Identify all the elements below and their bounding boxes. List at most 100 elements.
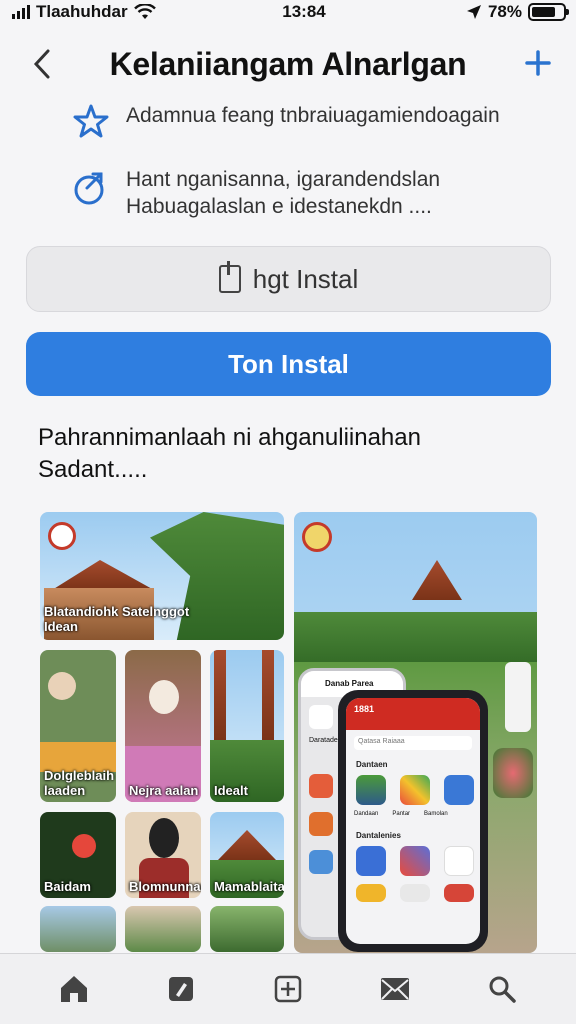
phone-screen: 1881 Qatasa Raiaaa Dantaen Dandaan Panta…: [346, 698, 480, 944]
app-label: Pantar: [392, 811, 411, 817]
add-button[interactable]: [520, 44, 556, 84]
feature-row-share: Hant nganisanna, igarandendslan Habuagal…: [70, 166, 440, 220]
signal-icon: [12, 5, 30, 19]
flower: [72, 834, 96, 858]
install-icon: [218, 261, 241, 293]
tab-home[interactable]: [52, 967, 96, 1011]
home-icon: [60, 976, 87, 1002]
get-install-button[interactable]: hgt Instal: [26, 246, 551, 312]
tab-mail[interactable]: [373, 967, 417, 1011]
get-install-label: hgt Instal: [252, 263, 359, 294]
screenshot-tile-partial[interactable]: [125, 906, 201, 952]
status-bar: Tlaahuhdar 13:84 78%: [0, 0, 576, 24]
tile-caption: Nejra aalan: [129, 783, 199, 798]
phone-header: 1881: [346, 698, 480, 730]
flowers: [493, 748, 533, 798]
emblem-icon: [302, 522, 332, 552]
mail-icon: [381, 978, 410, 1000]
status-right: 78%: [366, 2, 569, 22]
install-button[interactable]: Ton Instal: [26, 332, 551, 396]
pencil-icon: [168, 977, 193, 1001]
app-icon: [400, 775, 430, 805]
description-line: Pahrannimanlaah ni ahganuliinahan: [38, 424, 421, 451]
feature-text-1: Adamnua feang tnbraiuagamiendoagain: [126, 102, 500, 129]
tab-edit[interactable]: [159, 967, 203, 1011]
person: [48, 672, 76, 700]
wifi-icon: [133, 4, 156, 19]
tile-caption: Blomnunnara: [129, 879, 201, 894]
battery-icon: [528, 3, 569, 21]
app-icon: [444, 775, 474, 805]
hero-caption: Blatandiohk Satelnggot Idean: [44, 604, 189, 634]
tile-caption-line: Dolgleblaih: [44, 768, 115, 783]
app-label: Dandaan: [354, 811, 379, 817]
description-line: Sadant.....: [38, 456, 148, 483]
install-label: Ton Instal: [228, 348, 349, 379]
hero-caption-line: Blatandiohk Satelnggot: [44, 604, 190, 619]
app-icon: [356, 846, 386, 876]
feature-row-rating: Adamnua feang tnbraiuagamiendoagain: [70, 102, 500, 144]
page-title: Kelaniiangam Alnarlgan: [109, 45, 467, 82]
add-box-icon: [274, 975, 302, 1003]
phone-app-grid: [346, 769, 480, 811]
app-icon: [356, 884, 386, 902]
share-icon: [70, 166, 112, 208]
status-left: Tlaahuhdar: [12, 2, 212, 22]
plus-icon: [525, 50, 551, 76]
tile-caption: Mamablaitan: [214, 879, 284, 894]
tab-add[interactable]: [266, 967, 310, 1011]
phone-header-text: 1881: [354, 704, 375, 714]
tab-bar: [0, 953, 576, 1024]
screenshot-tile[interactable]: Nejra aalan: [125, 650, 201, 802]
phone-section-label: Dantaen: [356, 760, 388, 769]
screenshot-tile[interactable]: Dolgleblaih laaden: [40, 650, 116, 802]
emblem-icon: [48, 522, 76, 550]
screenshot-tile-partial[interactable]: [210, 906, 284, 952]
screenshot-tile[interactable]: Idealt: [210, 650, 284, 802]
location-arrow-icon: [466, 5, 481, 19]
feature-text-line: Habuagalaslan e idestanekdn ....: [126, 195, 432, 218]
tile-caption: Idealt: [214, 783, 248, 798]
app-icon: [444, 884, 474, 902]
feature-text-line: Adamnua feang tnbraiuagamiendoagain: [126, 104, 500, 127]
person-hijab: [149, 818, 179, 858]
phone-section-label: Dantalenies: [356, 831, 401, 840]
person: [505, 662, 531, 732]
tab-search[interactable]: [480, 967, 524, 1011]
star-icon: [70, 102, 112, 144]
screenshot-hero[interactable]: Blatandiohk Satelnggot Idean: [40, 512, 284, 640]
search-icon: [489, 976, 517, 1003]
feature-text-2: Hant nganisanna, igarandendslan Habuagal…: [126, 166, 440, 220]
screenshot-tile[interactable]: Mamablaitan: [210, 812, 284, 898]
app-label: Bamolan: [424, 811, 448, 817]
screenshot-tile[interactable]: Blomnunnara: [125, 812, 201, 898]
phone-mockup: 1881 Qatasa Raiaaa Dantaen Dandaan Panta…: [338, 690, 488, 952]
app-icon: [400, 846, 430, 876]
tile-caption: Dolgleblaih laaden: [44, 768, 114, 798]
app-icon: [356, 775, 386, 805]
app-icon: [400, 884, 430, 902]
phone-app-grid: [346, 840, 480, 908]
tile-caption: Baidam: [44, 879, 91, 894]
status-time: 13:84: [282, 2, 326, 21]
chevron-left-icon: [33, 49, 50, 79]
tile-caption-line: laaden: [44, 783, 86, 798]
navigation-bar: Kelaniiangam Alnarlgan: [0, 36, 576, 92]
screenshot-tile-partial[interactable]: [40, 906, 116, 952]
app-icon: [309, 812, 333, 836]
app-icon: [309, 850, 333, 874]
feature-text-line: Hant nganisanna, igarandendslan: [126, 168, 441, 191]
battery-level: [532, 7, 556, 17]
hero-caption-line: Idean: [44, 619, 78, 634]
person: [149, 680, 179, 714]
app-icon: [309, 774, 333, 798]
phone-search: Qatasa Raiaaa: [354, 736, 472, 750]
app-description: Pahrannimanlaah ni ahganuliinahan Sadant…: [38, 422, 538, 486]
carrier-name: Tlaahuhdar: [36, 2, 128, 21]
app-icon: [309, 705, 333, 729]
play-icon: [444, 846, 474, 876]
back-button[interactable]: [24, 44, 60, 84]
screenshot-tile[interactable]: Baidam: [40, 812, 116, 898]
pillar: [214, 650, 226, 740]
pillar: [262, 650, 274, 740]
